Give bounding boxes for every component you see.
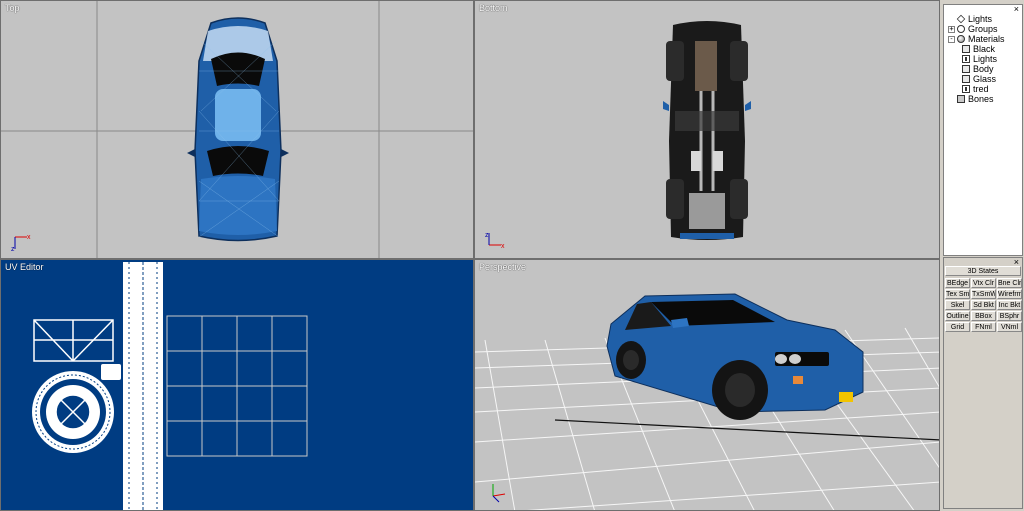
uv-wheel-shell bbox=[32, 371, 114, 453]
tree-expander-icon[interactable]: - bbox=[948, 35, 955, 43]
3d-states-panel: × 3D States BEdge Vtx Clr Bne Clr Tex Sm TxS… bbox=[943, 257, 1023, 509]
bottom-viewport[interactable]: x z Bottom bbox=[474, 0, 940, 259]
tree-expander-icon[interactable]: + bbox=[948, 25, 955, 33]
tree-item-label: Lights bbox=[973, 54, 998, 64]
tree-item-label: Black bbox=[973, 44, 996, 54]
tree-item-lights[interactable]: Lights bbox=[948, 14, 1005, 24]
tree-item-black[interactable]: Black bbox=[948, 44, 1005, 54]
uv-canvas bbox=[32, 262, 308, 510]
car-top-wireframe bbox=[187, 17, 289, 242]
state-button-inc-bkt[interactable]: Inc Bkt bbox=[997, 300, 1022, 310]
perspective-canvas bbox=[475, 293, 939, 510]
tree-item-lights[interactable]: Lights bbox=[948, 54, 1005, 64]
state-button-tex-sm[interactable]: Tex Sm bbox=[945, 289, 970, 299]
top-view-canvas: x z bbox=[1, 1, 473, 258]
state-button-wirefrme[interactable]: Wirefrme bbox=[997, 289, 1022, 299]
state-button-fnml[interactable]: FNml bbox=[971, 322, 996, 332]
bottom-view-canvas: x z bbox=[485, 21, 751, 250]
3d-states-header-button[interactable]: 3D States bbox=[945, 266, 1021, 276]
mat-icon bbox=[962, 45, 970, 53]
axis-gizmo-bottom: x z bbox=[485, 232, 505, 250]
uv-editor-viewport[interactable]: UV Editor bbox=[0, 259, 474, 511]
axis-gizmo-perspective bbox=[492, 484, 506, 503]
uv-small-shell bbox=[101, 364, 121, 380]
tree-item-glass[interactable]: Glass bbox=[948, 74, 1005, 84]
state-button-outline[interactable]: Outline bbox=[945, 311, 970, 321]
tree-item-label: Glass bbox=[973, 74, 997, 84]
axis-gizmo-top: x z bbox=[11, 234, 31, 253]
scene-tree: Lights + Groups - Materials Black Lights Body Gl… bbox=[948, 14, 1005, 104]
state-button-sd-bkt[interactable]: Sd Bkt bbox=[971, 300, 996, 310]
perspective-viewport[interactable]: Perspective bbox=[474, 259, 940, 511]
car-perspective bbox=[606, 293, 864, 420]
bones-icon bbox=[957, 95, 965, 103]
uv-window-shell bbox=[33, 319, 114, 362]
state-button-grid[interactable]: Grid bbox=[945, 322, 970, 332]
state-button-txsmwr[interactable]: TxSmWr bbox=[971, 289, 996, 299]
viewport-title-bottom: Bottom bbox=[479, 3, 508, 13]
state-button-vtx-clr[interactable]: Vtx Clr bbox=[971, 278, 996, 288]
tree-item-bones[interactable]: Bones bbox=[948, 94, 1005, 104]
tree-item-groups[interactable]: + Groups bbox=[948, 24, 1005, 34]
state-button-bsphr[interactable]: BSphr bbox=[997, 311, 1022, 321]
tree-item-label: Body bbox=[973, 64, 994, 74]
svg-text:z: z bbox=[11, 246, 15, 253]
viewport-title-uv: UV Editor bbox=[5, 262, 44, 272]
state-button-bedge[interactable]: BEdge bbox=[945, 278, 970, 288]
svg-text:x: x bbox=[27, 234, 31, 241]
viewport-title-top: Top bbox=[5, 3, 20, 13]
tree-item-body[interactable]: Body bbox=[948, 64, 1005, 74]
top-viewport[interactable]: x z Top bbox=[0, 0, 474, 259]
state-button-skel[interactable]: Skel bbox=[945, 300, 970, 310]
lights-icon bbox=[956, 14, 966, 24]
mat-icon bbox=[962, 65, 970, 73]
tree-item-label: tred bbox=[973, 84, 989, 94]
materials-icon bbox=[957, 35, 965, 43]
tex-icon bbox=[962, 55, 970, 63]
state-button-vnml[interactable]: VNml bbox=[997, 322, 1022, 332]
svg-text:x: x bbox=[501, 243, 505, 250]
viewport-title-perspective: Perspective bbox=[479, 262, 527, 272]
state-button-bne-clr[interactable]: Bne Clr bbox=[997, 278, 1022, 288]
ground-axis-line bbox=[554, 419, 939, 441]
tex-icon bbox=[962, 85, 970, 93]
mat-icon bbox=[962, 75, 970, 83]
scene-tree-panel: × Lights + Groups - Materials Black Lights Body… bbox=[943, 4, 1023, 256]
state-button-bbox[interactable]: BBox bbox=[971, 311, 996, 321]
tree-item-label: Lights bbox=[968, 14, 993, 24]
tree-item-label: Materials bbox=[968, 34, 1005, 44]
groups-icon bbox=[957, 25, 965, 33]
tree-item-label: Bones bbox=[968, 94, 994, 104]
tree-item-label: Groups bbox=[968, 24, 998, 34]
svg-text:z: z bbox=[485, 232, 489, 239]
tree-item-materials[interactable]: - Materials bbox=[948, 34, 1005, 44]
uv-grid bbox=[166, 315, 308, 457]
car-underside bbox=[663, 21, 751, 240]
uv-tread-strip bbox=[123, 262, 163, 510]
tree-close-button[interactable]: × bbox=[1014, 4, 1019, 14]
tree-item-tred[interactable]: tred bbox=[948, 84, 1005, 94]
